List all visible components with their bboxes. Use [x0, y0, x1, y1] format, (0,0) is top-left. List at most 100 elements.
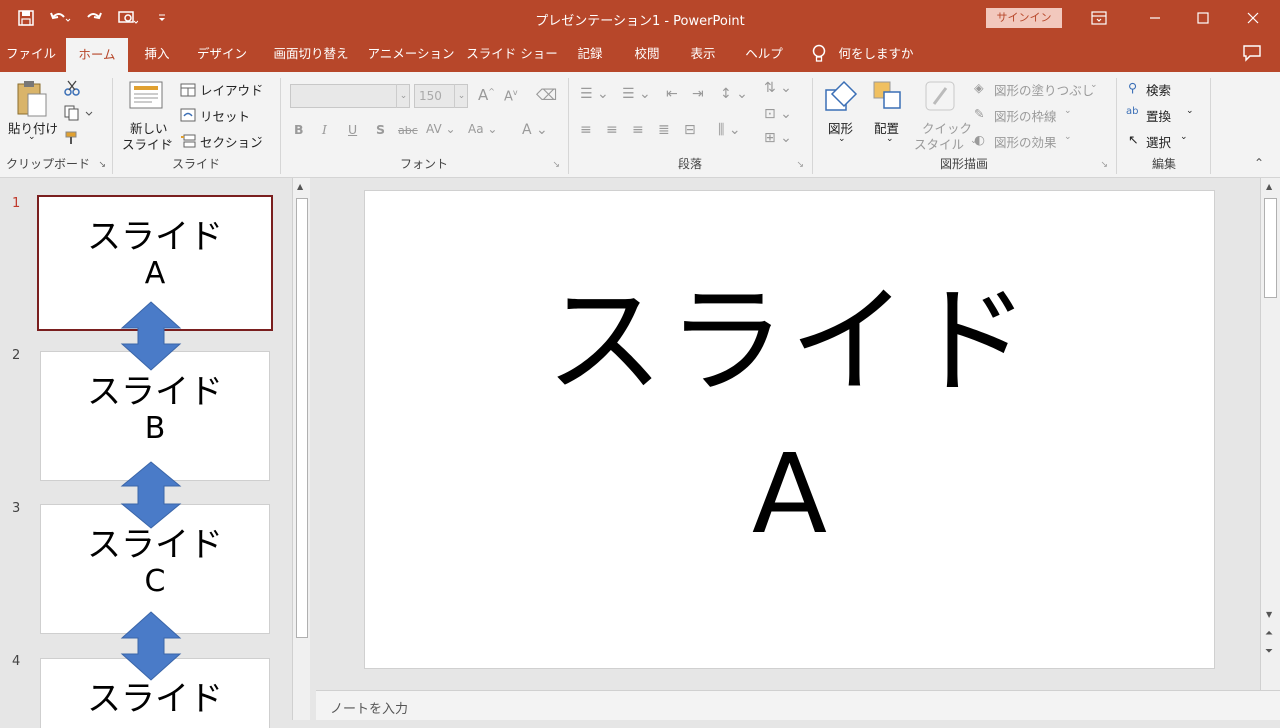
align-center-icon[interactable]: ≡ — [606, 122, 618, 138]
text-direction-icon[interactable]: ⇅ ⌄ — [764, 80, 792, 96]
tab-view[interactable]: 表示 — [680, 36, 726, 72]
underline-icon[interactable]: U — [348, 122, 357, 137]
layout-button[interactable]: レイアウト — [200, 80, 263, 99]
format-painter-button[interactable] — [64, 130, 80, 150]
strikethrough-icon[interactable]: abc — [398, 124, 418, 137]
tab-file[interactable]: ファイル — [2, 36, 60, 72]
tab-home[interactable]: ホーム — [66, 38, 128, 72]
increase-indent-icon[interactable]: ⇥ — [692, 86, 704, 102]
tab-help[interactable]: ヘルプ — [738, 36, 790, 72]
text-shadow-icon[interactable]: S — [376, 122, 385, 137]
start-from-beginning-button[interactable] — [114, 6, 142, 30]
change-case-icon[interactable]: Aa ⌄ — [468, 122, 497, 136]
line-spacing-icon[interactable]: ↕ ⌄ — [720, 86, 748, 102]
dialog-launcher-icon[interactable]: ↘ — [552, 160, 560, 170]
shape-outline-dropdown-icon[interactable]: ⌄ — [1064, 106, 1072, 116]
tab-slideshow[interactable]: スライド ショー — [466, 36, 558, 72]
quick-styles-button[interactable] — [924, 80, 956, 116]
align-right-icon[interactable]: ≡ — [632, 122, 644, 138]
tab-design[interactable]: デザイン — [190, 36, 254, 72]
clear-formatting-icon[interactable]: ⌫ — [536, 86, 557, 104]
paste-dropdown-icon[interactable]: ⌄ — [28, 132, 36, 142]
shape-fill-dropdown-icon[interactable]: ⌄ — [1090, 80, 1098, 90]
increase-font-size-icon[interactable]: A^ — [478, 86, 495, 104]
font-size-dropdown-icon[interactable]: ⌄ — [454, 84, 468, 108]
arrange-dropdown-icon[interactable]: ⌄ — [886, 134, 894, 144]
next-slide-icon[interactable]: ⏷ — [1265, 646, 1273, 657]
tell-me-search[interactable]: 何をしますか — [834, 36, 918, 72]
shape-effects-button[interactable]: 図形の効果 — [994, 132, 1057, 151]
italic-icon[interactable]: I — [322, 122, 327, 137]
comments-button[interactable] — [1242, 44, 1262, 66]
dialog-launcher-icon[interactable]: ↘ — [1100, 160, 1108, 170]
paste-button[interactable] — [14, 80, 50, 122]
shapes-dropdown-icon[interactable]: ⌄ — [838, 134, 846, 144]
replace-dropdown-icon[interactable]: ⌄ — [1186, 106, 1194, 116]
font-color-icon[interactable]: A ⌄ — [522, 122, 548, 138]
shape-effects-dropdown-icon[interactable]: ⌄ — [1064, 132, 1072, 142]
arrange-button[interactable] — [872, 80, 904, 116]
previous-slide-icon[interactable]: ⏶ — [1265, 628, 1273, 639]
redo-button[interactable] — [80, 6, 108, 30]
collapse-ribbon-icon[interactable]: ⌃ — [1254, 156, 1264, 170]
bold-icon[interactable]: B — [294, 122, 304, 137]
character-spacing-icon[interactable]: AV ⌄ — [426, 122, 456, 136]
tab-animations[interactable]: アニメーション — [366, 36, 456, 72]
tab-review[interactable]: 校閲 — [624, 36, 670, 72]
numbering-icon[interactable]: ☰ ⌄ — [622, 86, 651, 102]
cut-button[interactable] — [64, 80, 80, 100]
undo-button[interactable] — [46, 6, 74, 30]
tab-insert[interactable]: 挿入 — [134, 36, 180, 72]
close-button[interactable] — [1228, 0, 1278, 36]
scroll-down-icon[interactable]: ▼ — [1266, 610, 1272, 619]
scroll-up-icon[interactable]: ▲ — [1266, 182, 1272, 191]
notes-pane[interactable]: ノートを入力 — [316, 690, 1280, 720]
decrease-indent-icon[interactable]: ⇤ — [666, 86, 678, 102]
new-slide-dropdown-icon[interactable]: ⌄ — [166, 136, 174, 146]
dialog-launcher-icon[interactable]: ↘ — [98, 160, 106, 170]
customize-qat-button[interactable] — [148, 6, 176, 30]
font-name-select[interactable] — [290, 84, 410, 108]
lightbulb-icon — [812, 44, 826, 68]
copy-button[interactable] — [64, 105, 94, 125]
convert-smartart-icon[interactable]: ⊞ ⌄ — [764, 130, 792, 146]
select-button[interactable]: 選択 — [1146, 132, 1171, 151]
section-dropdown-icon[interactable]: ⌄ — [256, 132, 264, 142]
find-button[interactable]: 検索 — [1146, 80, 1171, 99]
maximize-button[interactable] — [1178, 0, 1228, 36]
select-dropdown-icon[interactable]: ⌄ — [1180, 132, 1188, 142]
tab-record[interactable]: 記録 — [568, 36, 612, 72]
slide-canvas[interactable]: スライド A — [364, 190, 1215, 669]
slide-subtitle[interactable]: A — [365, 429, 1214, 559]
shapes-button[interactable] — [824, 80, 858, 116]
font-name-dropdown-icon[interactable]: ⌄ — [396, 84, 410, 108]
scrollbar-thumb[interactable] — [296, 198, 308, 638]
columns-icon[interactable]: ⫼ ⌄ — [718, 122, 741, 138]
notes-placeholder[interactable]: ノートを入力 — [330, 698, 408, 717]
scroll-up-icon[interactable]: ▲ — [297, 182, 303, 191]
thumbnail-scrollbar[interactable]: ▲ — [292, 178, 310, 720]
minimize-icon — [1150, 17, 1160, 19]
tab-transitions[interactable]: 画面切り替え — [264, 36, 358, 72]
bullets-icon[interactable]: ☰ ⌄ — [580, 86, 609, 102]
minimize-button[interactable] — [1130, 0, 1180, 36]
slide-scrollbar[interactable]: ▲ ▼ ⏶ ⏷ — [1260, 178, 1280, 690]
save-button[interactable] — [12, 6, 40, 30]
decrease-font-size-icon[interactable]: Av — [504, 88, 518, 104]
ribbon-display-options-button[interactable] — [1074, 0, 1124, 36]
shape-outline-button[interactable]: 図形の枠線 — [994, 106, 1057, 125]
shape-fill-button[interactable]: 図形の塗りつぶし — [994, 80, 1094, 99]
layout-dropdown-icon[interactable]: ⌄ — [256, 80, 264, 90]
new-slide-button[interactable] — [128, 80, 164, 114]
dialog-launcher-icon[interactable]: ↘ — [796, 160, 804, 170]
reset-button[interactable]: リセット — [200, 106, 250, 125]
replace-button[interactable]: 置換 — [1146, 106, 1171, 125]
align-left-icon[interactable]: ≡ — [580, 122, 592, 138]
distributed-icon[interactable]: ⊟ — [684, 122, 696, 138]
slide-title[interactable]: スライド — [365, 271, 1214, 411]
section-button[interactable]: セクション — [200, 132, 263, 151]
signin-button[interactable]: サインイン — [986, 8, 1062, 28]
scrollbar-thumb[interactable] — [1264, 198, 1277, 298]
justify-icon[interactable]: ≣ — [658, 122, 670, 138]
align-text-icon[interactable]: ⊡ ⌄ — [764, 106, 792, 122]
